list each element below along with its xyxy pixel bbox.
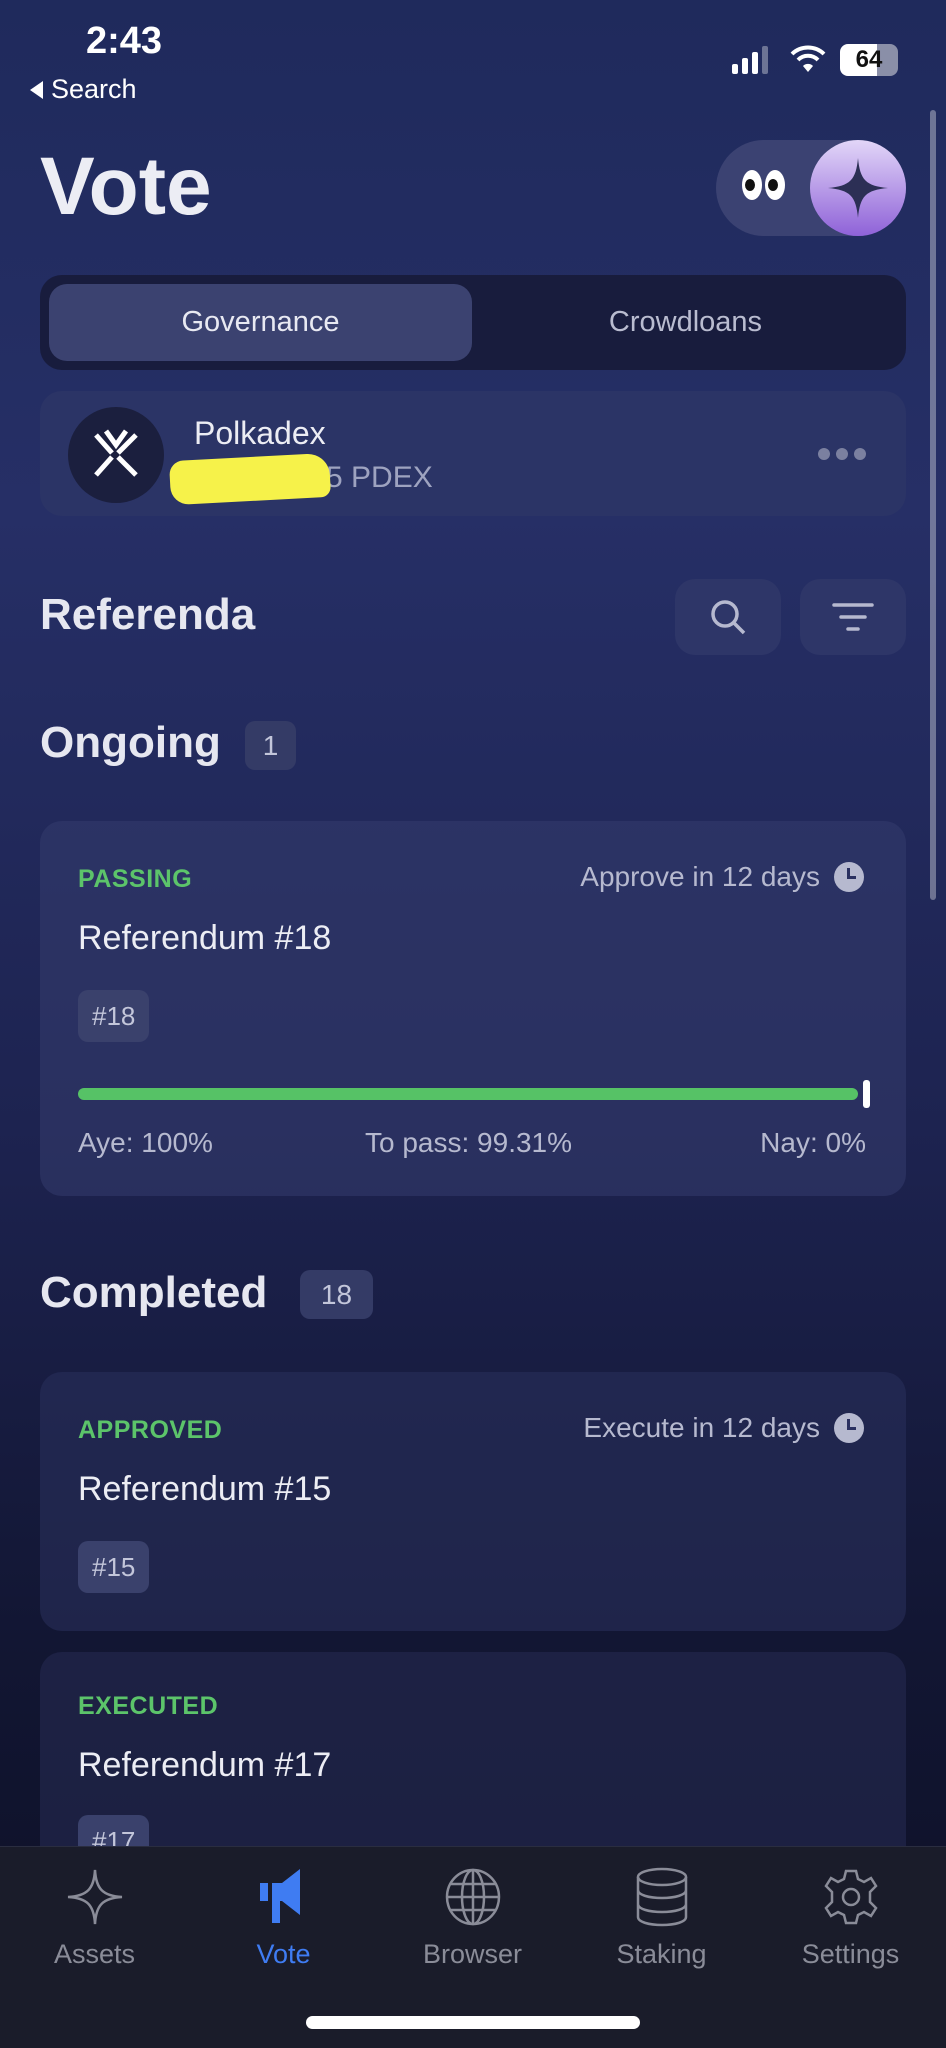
status-time: 2:43 [86,20,163,62]
megaphone-icon [259,1869,300,1923]
sparkle-icon [828,158,888,218]
back-arrow-icon [30,80,43,99]
ongoing-count: 1 [245,721,296,770]
signal-icon [732,46,768,74]
status-label: PASSING [78,865,193,893]
referendum-card[interactable]: APPROVED Execute in 12 days Referendum #… [40,1372,906,1631]
referendum-card[interactable]: PASSING Approve in 12 days Referendum #1… [40,821,906,1196]
page-title: Vote [40,141,212,232]
account-card[interactable]: Polkadex 5 PDEX [40,391,906,516]
threshold-marker [862,1080,870,1108]
status-label: EXECUTED [78,1692,219,1720]
tab-assets[interactable]: Assets [0,1867,189,1970]
referendum-title: Referendum #18 [78,919,332,957]
tab-governance[interactable]: Governance [49,284,472,361]
database-icon [636,1867,687,1927]
referendum-title: Referendum #17 [78,1746,332,1784]
back-label: Search [51,74,137,104]
back-to-search[interactable]: Search [30,74,137,105]
completed-count: 18 [300,1270,373,1319]
ongoing-heading: Ongoing [40,718,221,767]
redaction-mark [168,452,332,506]
tab-label: Settings [801,1939,900,1969]
referenda-heading: Referenda [40,590,256,639]
gear-icon [823,1869,878,1925]
clock-icon [834,1413,864,1443]
globe-icon [445,1868,500,1926]
polkadex-logo [68,407,164,503]
battery-indicator: 64 [840,44,898,76]
account-network: Polkadex [194,415,326,451]
nay-label: Nay: 0% [760,1127,866,1158]
referendum-title: Referendum #15 [78,1470,332,1508]
time-remaining: Execute in 12 days [583,1412,820,1443]
search-button[interactable] [675,579,781,655]
clock-icon [834,862,864,892]
eyes-icon [742,170,785,200]
tab-staking[interactable]: Staking [567,1867,756,1970]
aye-label: Aye: 100% [78,1127,213,1158]
scrollbar[interactable] [930,110,936,900]
tab-browser[interactable]: Browser [378,1867,567,1970]
tab-label: Vote [256,1939,311,1969]
status-label: APPROVED [78,1416,223,1444]
tab-label: Assets [53,1939,136,1969]
more-icon[interactable] [818,448,866,460]
tab-crowdloans[interactable]: Crowdloans [474,284,897,361]
tab-vote[interactable]: Vote [189,1867,378,1970]
tab-label: Staking [616,1939,707,1969]
to-pass-label: To pass: 99.31% [365,1127,573,1158]
wifi-icon [790,45,826,72]
tab-label: Browser [422,1939,523,1969]
time-remaining: Approve in 12 days [580,861,820,892]
aye-progress-bar [78,1088,858,1100]
completed-heading: Completed [40,1268,268,1317]
filter-button[interactable] [800,579,906,655]
home-indicator[interactable] [306,2016,640,2029]
tab-settings[interactable]: Settings [756,1867,945,1970]
segmented-control: Governance Crowdloans [40,275,906,370]
wallet-switch-button[interactable] [810,140,906,236]
account-balance: 5 PDEX [326,461,433,494]
referendum-tag: #18 [78,990,150,1042]
referendum-tag: #15 [78,1541,150,1593]
sparkle-icon [67,1869,122,1925]
filter-icon [832,603,874,631]
search-icon [711,600,746,635]
